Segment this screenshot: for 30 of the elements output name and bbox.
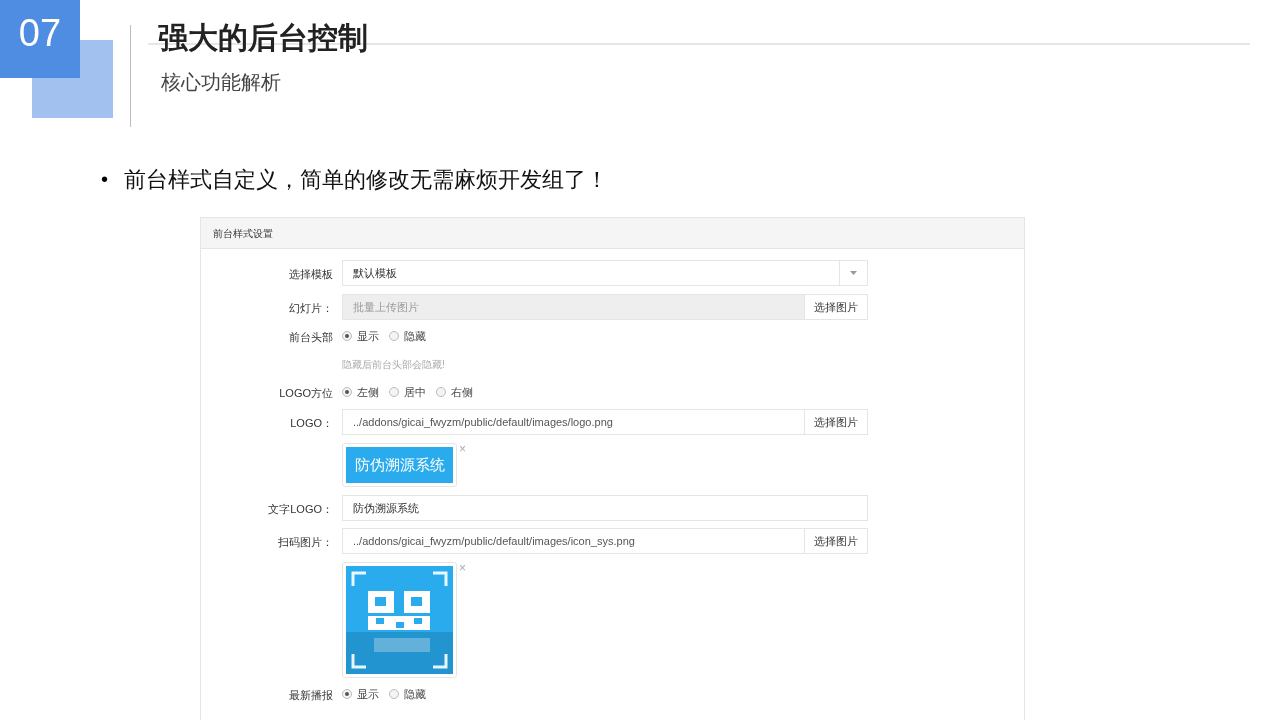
- text-logo-field[interactable]: 防伪溯源系统: [342, 495, 868, 521]
- help-text: 隐藏后前台头部会隐藏!: [342, 359, 445, 370]
- radio-option[interactable]: 居中: [389, 383, 426, 401]
- path-field[interactable]: ../addons/gicai_fwyzm/public/default/images/logo.png: [342, 409, 805, 435]
- template-select[interactable]: 默认模板: [342, 260, 868, 286]
- radio-option[interactable]: 隐藏: [389, 685, 426, 703]
- bullet-marker: •: [101, 167, 108, 192]
- field-label: LOGO方位: [279, 387, 333, 399]
- field-label: 前台头部: [289, 331, 333, 343]
- radio-option[interactable]: 右侧: [436, 383, 473, 401]
- radio-option[interactable]: 隐藏: [389, 327, 426, 345]
- radio-option[interactable]: 左侧: [342, 383, 379, 401]
- field-label: 最新播报: [289, 689, 333, 701]
- bullet-text: 前台样式自定义，简单的修改无需麻烦开发组了！: [124, 165, 608, 194]
- caret-icon: [850, 271, 857, 275]
- field-label: 扫码图片：: [278, 536, 333, 548]
- choose-image-button[interactable]: 选择图片: [805, 528, 868, 554]
- slide-subtitle: 核心功能解析: [161, 71, 281, 93]
- choose-image-button[interactable]: 选择图片: [805, 409, 868, 435]
- field-label: 幻灯片：: [289, 302, 333, 314]
- panel-title: 前台样式设置: [213, 226, 273, 241]
- field-label: LOGO：: [290, 417, 333, 429]
- slide-title: 强大的后台控制: [158, 21, 368, 54]
- field-label: 文字LOGO：: [268, 503, 333, 515]
- radio-option[interactable]: 显示: [342, 685, 379, 703]
- radio-option[interactable]: 显示: [342, 327, 379, 345]
- logo-preview: 防伪溯源系统: [342, 443, 457, 487]
- slide-number: 07: [0, 0, 80, 78]
- path-field[interactable]: ../addons/gicai_fwyzm/public/default/images/icon_sys.png: [342, 528, 805, 554]
- field-label: 选择模板: [289, 268, 333, 280]
